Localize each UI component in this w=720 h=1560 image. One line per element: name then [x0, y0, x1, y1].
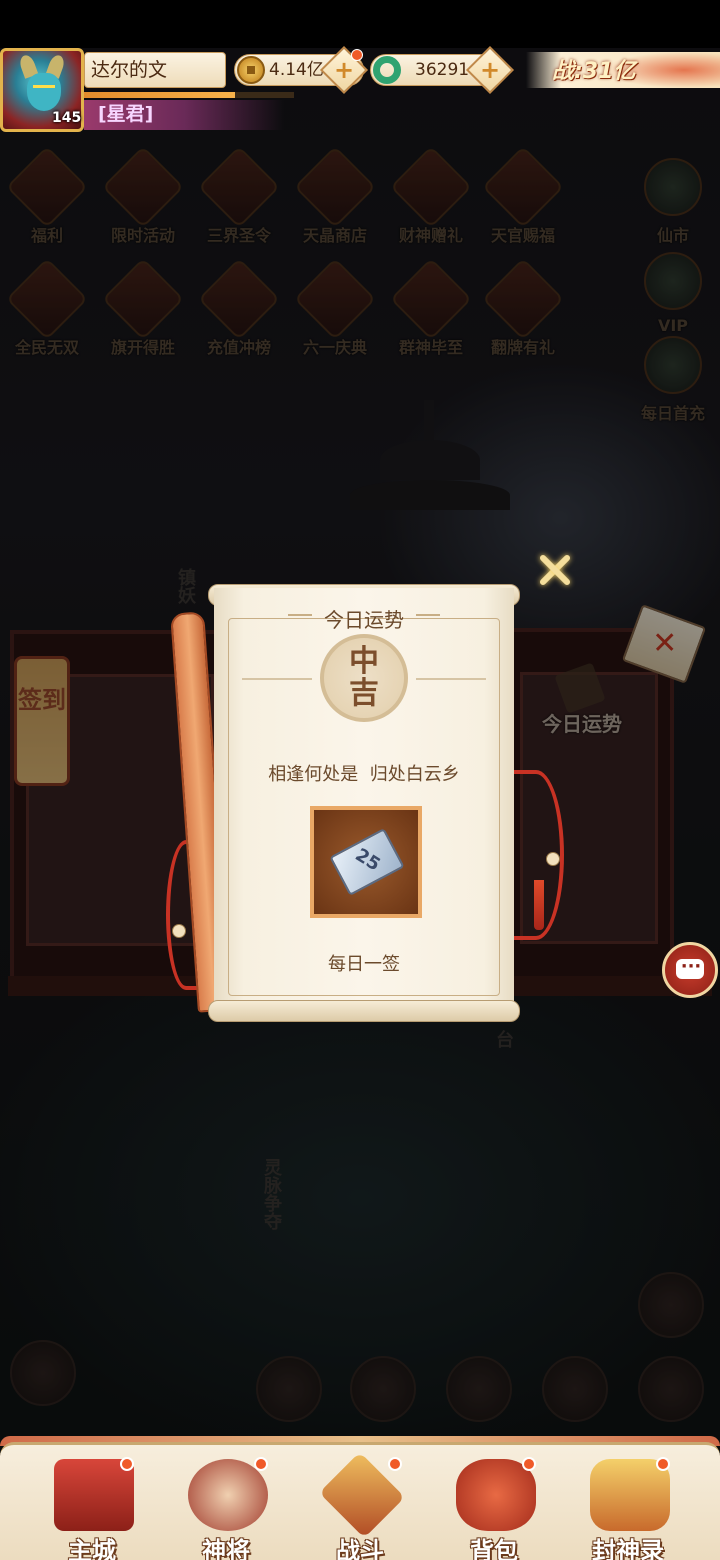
nav-label: 主城 [68, 1537, 116, 1560]
nav-label: 封神录 [592, 1537, 664, 1560]
notification-dot [388, 1457, 402, 1471]
avatar-eyes [33, 85, 55, 91]
reward-item-slot[interactable]: 25 [310, 806, 422, 918]
backpack-icon [456, 1459, 536, 1531]
chat-button[interactable]: ··· [662, 942, 718, 998]
reward-name: 每日一签 [328, 954, 400, 975]
city-gate-icon [54, 1459, 134, 1531]
gold-resource: 4.14亿 + [234, 45, 369, 95]
ticket-icon: 25 [329, 828, 405, 896]
fortune-verse: 相逢何处是 归处白云乡 [268, 764, 460, 785]
avatar-face [27, 73, 61, 111]
nav-backpack[interactable]: 背包 [434, 1455, 554, 1560]
notification-dot [522, 1457, 536, 1471]
nav-battle[interactable]: 战斗 [300, 1452, 420, 1560]
player-level: 145 [52, 110, 82, 126]
plus-icon: + [479, 56, 501, 84]
bottom-navigation: 主城 神将 战斗 背包 封神录 [0, 1442, 720, 1560]
player-name: 达尔的文 [84, 52, 226, 88]
chat-bubble-icon: ··· [680, 956, 702, 977]
jade-ring-icon [373, 56, 401, 84]
fortune-rank-medallion: 中 吉 [320, 634, 408, 722]
medallion-line [416, 678, 486, 680]
fortune-rank-bottom: 吉 [349, 676, 379, 711]
combat-power-value: 战:31亿 [552, 59, 636, 84]
gold-coin-icon [237, 56, 265, 84]
reward-item-frame: 25 [314, 810, 418, 914]
jade-amount: 36291 [415, 60, 470, 80]
nav-label: 神将 [202, 1537, 250, 1560]
notification-dot [120, 1457, 134, 1471]
cord-tassel [534, 880, 544, 930]
fortune-rank-top: 中 [349, 644, 379, 679]
nav-label: 战斗 [336, 1537, 384, 1560]
experience-bar [84, 92, 294, 98]
jade-resource: 36291 + [370, 45, 515, 95]
scroll-bottom-rod [208, 1000, 520, 1022]
golden-lamp-icon [590, 1459, 670, 1531]
fortune-scroll: 今日运势 中 吉 相逢何处是 归处白云乡 25 每日一签 [214, 588, 514, 1020]
ticket-value: 25 [351, 844, 384, 876]
notification-dot [351, 49, 363, 61]
combat-power: 战:31亿 [526, 48, 720, 92]
cord-bead [172, 924, 186, 938]
close-button[interactable] [532, 548, 576, 592]
player-rank-title: [星君] [84, 100, 284, 130]
nav-generals[interactable]: 神将 [166, 1455, 286, 1560]
experience-fill [84, 92, 236, 98]
notification-dot [254, 1457, 268, 1471]
gold-amount: 4.14亿 [269, 60, 324, 80]
nav-label: 背包 [470, 1537, 518, 1560]
medallion-line [242, 678, 312, 680]
nav-main-city[interactable]: 主城 [32, 1455, 152, 1560]
general-portrait-icon [188, 1459, 268, 1531]
top-hud: 145 达尔的文 4.14亿 + 36291 + 战:31亿 [星君] [0, 45, 720, 134]
notification-dot [656, 1457, 670, 1471]
nav-deity-record[interactable]: 封神录 [568, 1455, 688, 1560]
cord-bead [546, 852, 560, 866]
add-jade-button[interactable]: + [465, 45, 515, 95]
fortune-title: 今日运势 [324, 608, 404, 632]
